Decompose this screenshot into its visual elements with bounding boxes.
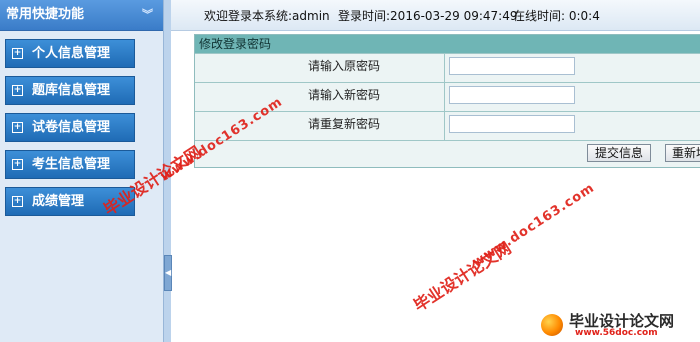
welcome-text: 欢迎登录本系统:admin xyxy=(204,9,330,23)
sidebar-item-personal-info[interactable]: + 个人信息管理 xyxy=(5,39,135,68)
new-password-label: 请输入新密码 xyxy=(195,83,445,111)
sidebar-item-label: 题库信息管理 xyxy=(32,83,111,98)
plus-box-icon: + xyxy=(12,196,23,207)
watermark-logo: 毕业设计论文网 www.56doc.com xyxy=(535,308,700,342)
new-password-input[interactable] xyxy=(449,86,575,104)
sidebar-item-label: 个人信息管理 xyxy=(32,46,111,61)
sidebar-item-question-bank[interactable]: + 题库信息管理 xyxy=(5,76,135,105)
submit-button[interactable]: 提交信息 xyxy=(587,144,651,162)
reset-button[interactable]: 重新填 xyxy=(665,144,700,162)
plus-box-icon: + xyxy=(12,85,23,96)
sidebar-item-candidate[interactable]: + 考生信息管理 xyxy=(5,150,135,179)
sidebar-header: 常用快捷功能 ︾ xyxy=(0,0,163,31)
online-time: 在线时间: 0:0:4 xyxy=(513,9,600,23)
logo-ball-icon xyxy=(541,314,563,336)
collapse-chevron-icon[interactable]: ︾ xyxy=(142,0,153,30)
login-time: 登录时间:2016-03-29 09:47:49 xyxy=(338,9,518,23)
sidebar: 常用快捷功能 ︾ + 个人信息管理 + 题库信息管理 + 试卷信息管理 + 考生… xyxy=(0,0,164,342)
logo-url: www.56doc.com xyxy=(575,328,658,338)
plus-box-icon: + xyxy=(12,48,23,59)
old-password-input[interactable] xyxy=(449,57,575,75)
sidebar-item-label: 考生信息管理 xyxy=(32,157,111,172)
new-password-cell xyxy=(445,83,700,111)
confirm-password-cell xyxy=(445,112,700,140)
form-row-old-password: 请输入原密码 xyxy=(195,53,700,82)
sidebar-title: 常用快捷功能 xyxy=(6,7,85,22)
sidebar-item-label: 成绩管理 xyxy=(32,194,85,209)
old-password-label: 请输入原密码 xyxy=(195,54,445,82)
sidebar-item-exam-paper[interactable]: + 试卷信息管理 xyxy=(5,113,135,142)
plus-box-icon: + xyxy=(12,159,23,170)
panel-title: 修改登录密码 xyxy=(195,35,700,53)
confirm-password-input[interactable] xyxy=(449,115,575,133)
form-button-row: 提交信息 重新填 xyxy=(195,140,700,167)
watermark-url-text: www.doc163.com xyxy=(470,180,598,271)
top-status-bar: 欢迎登录本系统:admin 登录时间:2016-03-29 09:47:49 在… xyxy=(171,0,700,31)
collapse-arrow-icon[interactable]: ◀ xyxy=(164,255,172,291)
sidebar-item-label: 试卷信息管理 xyxy=(32,120,111,135)
plus-box-icon: + xyxy=(12,122,23,133)
old-password-cell xyxy=(445,54,700,82)
